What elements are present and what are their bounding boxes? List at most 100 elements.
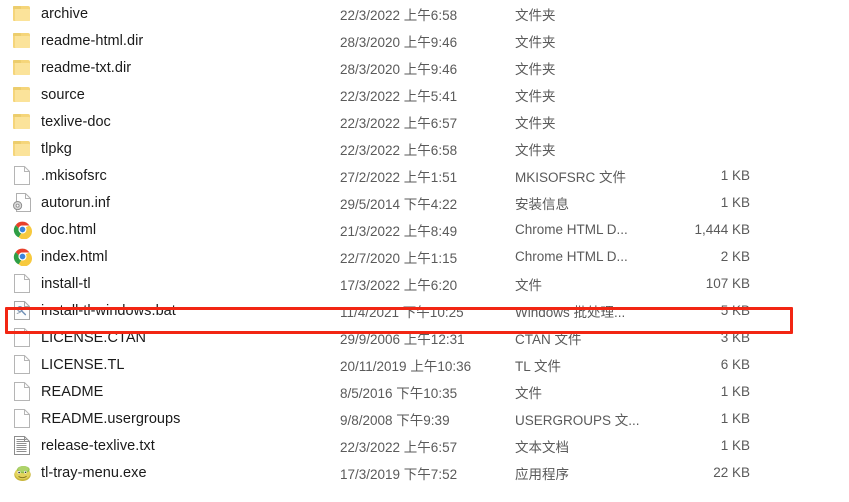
file-name-cell[interactable]: source <box>10 84 340 106</box>
file-type-cell: MKISOFSRC 文件 <box>515 169 627 185</box>
file-name-label: readme-txt.dir <box>41 59 132 76</box>
file-size-cell: 1 KB <box>720 195 750 210</box>
setup-information-icon <box>10 192 34 214</box>
folder-icon <box>10 84 34 106</box>
file-size-cell: 2 KB <box>720 249 750 264</box>
file-size-cell: 1 KB <box>720 168 750 183</box>
chrome-icon <box>10 219 34 241</box>
file-name-cell[interactable]: archive <box>10 3 340 25</box>
table-row[interactable]: install-tl 17/3/2022 上午6:20 文件 107 KB <box>0 270 849 297</box>
file-name-label: texlive-doc <box>41 113 111 130</box>
file-name-cell[interactable]: install-tl <box>10 273 340 295</box>
file-size-cell: 5 KB <box>720 303 750 318</box>
table-row[interactable]: autorun.inf 29/5/2014 下午4:22 安装信息 1 KB <box>0 189 849 216</box>
date-modified-cell: 17/3/2022 上午6:20 <box>340 277 458 293</box>
file-name-cell[interactable]: README.usergroups <box>10 408 340 430</box>
table-row[interactable]: README 8/5/2016 下午10:35 文件 1 KB <box>0 378 849 405</box>
table-row[interactable]: doc.html 21/3/2022 上午8:49 Chrome HTML D...… <box>0 216 849 243</box>
file-name-label: LICENSE.CTAN <box>41 329 147 346</box>
file-type-cell: CTAN 文件 <box>515 331 582 347</box>
table-row[interactable]: README.usergroups 9/8/2008 下午9:39 USERGROU… <box>0 405 849 432</box>
file-type-cell: 文件夹 <box>515 88 556 104</box>
table-row[interactable]: index.html 22/7/2020 上午1:15 Chrome HTML D.… <box>0 243 849 270</box>
file-name-cell[interactable]: readme-txt.dir <box>10 57 340 79</box>
blank-page-icon <box>10 327 34 349</box>
file-type-cell: 安装信息 <box>515 196 569 212</box>
file-name-label: install-tl-windows.bat <box>41 302 176 319</box>
file-size-cell: 1 KB <box>720 438 750 453</box>
chrome-icon <box>10 246 34 268</box>
file-name-label: doc.html <box>41 221 97 238</box>
file-name-cell[interactable]: release-texlive.txt <box>10 435 340 457</box>
date-modified-cell: 21/3/2022 上午8:49 <box>340 223 458 239</box>
file-name-cell[interactable]: readme-html.dir <box>10 30 340 52</box>
file-name-label: README <box>41 383 104 400</box>
file-size-cell: 1 KB <box>720 411 750 426</box>
date-modified-cell: 22/3/2022 上午6:57 <box>340 115 458 131</box>
file-size-cell: 107 KB <box>705 276 750 291</box>
file-name-label: install-tl <box>41 275 91 292</box>
folder-icon <box>10 57 34 79</box>
file-name-cell[interactable]: texlive-doc <box>10 111 340 133</box>
date-modified-cell: 29/5/2014 下午4:22 <box>340 196 458 212</box>
file-name-cell[interactable]: tl-tray-menu.exe <box>10 462 340 484</box>
file-size-cell: 22 KB <box>713 465 750 480</box>
date-modified-cell: 28/3/2020 上午9:46 <box>340 34 458 50</box>
date-modified-cell: 9/8/2008 下午9:39 <box>340 412 450 428</box>
file-type-cell: 文件 <box>515 385 542 401</box>
file-name-cell[interactable]: LICENSE.CTAN <box>10 327 340 349</box>
file-name-cell[interactable]: README <box>10 381 340 403</box>
file-name-cell[interactable]: .mkisofsrc <box>10 165 340 187</box>
file-name-cell[interactable]: install-tl-windows.bat <box>10 300 340 322</box>
blank-page-icon <box>10 165 34 187</box>
file-type-cell: 文本文档 <box>515 439 569 455</box>
file-name-label: .mkisofsrc <box>41 167 107 184</box>
file-size-cell: 6 KB <box>720 357 750 372</box>
date-modified-cell: 28/3/2020 上午9:46 <box>340 61 458 77</box>
file-name-label: LICENSE.TL <box>41 356 125 373</box>
date-modified-cell: 8/5/2016 下午10:35 <box>340 385 458 401</box>
table-row[interactable]: LICENSE.CTAN 29/9/2006 上午12:31 CTAN 文件 3 KB <box>0 324 849 351</box>
table-row[interactable]: LICENSE.TL 20/11/2019 上午10:36 TL 文件 6 KB <box>0 351 849 378</box>
table-row[interactable]: source 22/3/2022 上午5:41 文件夹 <box>0 81 849 108</box>
table-row[interactable]: install-tl-windows.bat 11/4/2021 下午10:25 W… <box>0 297 849 324</box>
application-icon <box>10 462 34 484</box>
folder-icon <box>10 3 34 25</box>
file-name-cell[interactable]: tlpkg <box>10 138 340 160</box>
table-row[interactable]: readme-txt.dir 28/3/2020 上午9:46 文件夹 <box>0 54 849 81</box>
table-row[interactable]: release-texlive.txt 22/3/2022 上午6:57 文本文档 1… <box>0 432 849 459</box>
table-row[interactable]: texlive-doc 22/3/2022 上午6:57 文件夹 <box>0 108 849 135</box>
date-modified-cell: 22/3/2022 上午6:58 <box>340 7 458 23</box>
table-row[interactable]: tlpkg 22/3/2022 上午6:58 文件夹 <box>0 135 849 162</box>
file-name-cell[interactable]: doc.html <box>10 219 340 241</box>
table-row[interactable]: readme-html.dir 28/3/2020 上午9:46 文件夹 <box>0 27 849 54</box>
file-name-label: readme-html.dir <box>41 32 144 49</box>
folder-icon <box>10 111 34 133</box>
file-name-cell[interactable]: autorun.inf <box>10 192 340 214</box>
file-type-cell: 文件夹 <box>515 115 556 131</box>
date-modified-cell: 22/3/2022 上午6:57 <box>340 439 458 455</box>
file-type-cell: 文件夹 <box>515 7 556 23</box>
blank-page-icon <box>10 408 34 430</box>
file-type-cell: Chrome HTML D... <box>515 222 628 237</box>
date-modified-cell: 27/2/2022 上午1:51 <box>340 169 458 185</box>
file-name-cell[interactable]: index.html <box>10 246 340 268</box>
file-name-cell[interactable]: LICENSE.TL <box>10 354 340 376</box>
file-type-cell: 应用程序 <box>515 466 569 482</box>
file-name-label: source <box>41 86 85 103</box>
date-modified-cell: 22/3/2022 上午6:58 <box>340 142 458 158</box>
file-size-cell: 1,444 KB <box>694 222 750 237</box>
file-type-cell: 文件夹 <box>515 61 556 77</box>
file-name-label: release-texlive.txt <box>41 437 155 454</box>
table-row[interactable]: .mkisofsrc 27/2/2022 上午1:51 MKISOFSRC 文件 1 … <box>0 162 849 189</box>
date-modified-cell: 17/3/2019 下午7:52 <box>340 466 458 482</box>
file-list[interactable]: archive 22/3/2022 上午6:58 文件夹 readme-html.di… <box>0 0 849 502</box>
file-rows-container: archive 22/3/2022 上午6:58 文件夹 readme-html.di… <box>0 0 849 486</box>
file-name-label: README.usergroups <box>41 410 181 427</box>
table-row[interactable]: tl-tray-menu.exe 17/3/2019 下午7:52 应用程序 22 K… <box>0 459 849 486</box>
blank-page-icon <box>10 381 34 403</box>
table-row[interactable]: archive 22/3/2022 上午6:58 文件夹 <box>0 0 849 27</box>
date-modified-cell: 22/3/2022 上午5:41 <box>340 88 458 104</box>
file-name-label: archive <box>41 5 89 22</box>
file-type-cell: TL 文件 <box>515 358 562 374</box>
